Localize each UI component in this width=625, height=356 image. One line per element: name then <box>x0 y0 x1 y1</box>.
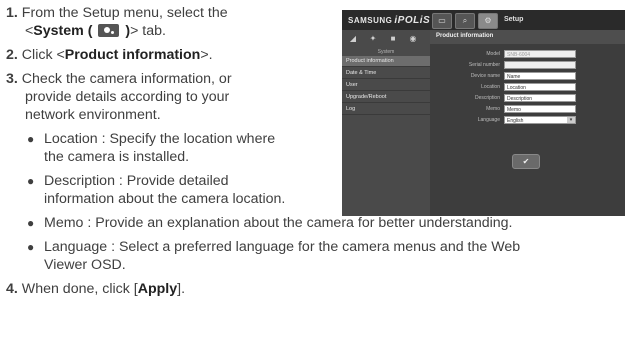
step-text-end: ]. <box>177 281 186 297</box>
model-field: SNB-6004 <box>504 50 576 58</box>
field-row-memo: Memo Memo <box>430 105 625 114</box>
field-label: Description <box>474 95 500 101</box>
step-number: 1. <box>6 5 18 21</box>
tab-suffix: > tab. <box>130 23 166 39</box>
step-1: 1. From the Setup menu, select the <box>6 4 228 22</box>
field-label: Language <box>477 117 500 123</box>
bullet-dot: ● <box>27 174 35 188</box>
step-text: Check the camera information, or <box>21 71 232 87</box>
brand-logo: SAMSUNG iPOLiS <box>348 15 431 26</box>
video-icon[interactable]: ◢ <box>348 34 358 43</box>
field-label: Memo <box>486 106 500 112</box>
device-name-input[interactable]: Name <box>504 72 576 80</box>
check-icon: ✔ <box>522 157 530 166</box>
language-value: English <box>507 118 524 124</box>
bullet-dot: ● <box>27 216 35 230</box>
network-icon[interactable]: ✦ <box>368 34 378 43</box>
field-label: Device name <box>470 73 500 79</box>
setup-sidebar: ◢ ✦ ■ ◉ System Product information Date … <box>342 30 430 216</box>
setup-title: Setup <box>504 16 524 23</box>
apply-button[interactable]: ✔ <box>512 154 540 169</box>
step-4: 4. When done, click [Apply]. <box>6 280 185 298</box>
step-2: 2. Click <Product information>. <box>6 46 213 64</box>
field-label: Model <box>486 51 500 57</box>
step-3-line-3: network environment. <box>25 107 161 123</box>
bullet-dot: ● <box>27 240 35 254</box>
panel-header: Product information <box>430 30 625 44</box>
step-text: When done, click [ <box>21 281 138 297</box>
system-icon[interactable]: ◉ <box>408 34 418 43</box>
field-row-serial: Serial number <box>430 61 625 70</box>
description-input[interactable]: Description <box>504 94 576 102</box>
field-row-location: Location Location <box>430 83 625 92</box>
setup-top-bar: SAMSUNG iPOLiS ▭ ⌕ ⚙ Setup <box>342 10 625 30</box>
step-number: 4. <box>6 281 18 297</box>
live-monitor-icon[interactable]: ▭ <box>432 13 452 29</box>
chevron-down-icon: ▾ <box>567 117 575 123</box>
product-information-panel: Product information Model SNB-6004 Seria… <box>430 30 625 216</box>
sidebar-item-upgrade-reboot[interactable]: Upgrade/Reboot <box>342 92 430 103</box>
sidebar-item-date-time[interactable]: Date & Time <box>342 68 430 79</box>
setup-gear-icon[interactable]: ⚙ <box>478 13 498 29</box>
sidebar-item-log[interactable]: Log <box>342 104 430 115</box>
bullet-language: Language : Select a preferred language f… <box>44 239 521 255</box>
sidebar-header: System <box>377 49 395 55</box>
location-input[interactable]: Location <box>504 83 576 91</box>
bullet-memo: Memo : Provide an explanation about the … <box>44 215 513 231</box>
step-number: 2. <box>6 47 18 63</box>
product-information-label: Product information <box>64 47 201 63</box>
system-tab-label: System ( <box>33 23 97 39</box>
step-1-line-2: <System ( )> tab. <box>25 22 166 40</box>
field-label: Location <box>481 84 500 90</box>
bullet-location-line-2: the camera is installed. <box>44 149 190 165</box>
system-tab-close: ) <box>121 23 131 39</box>
step-3-line-2: provide details according to your <box>25 89 230 105</box>
bullet-description-line-2: information about the camera location. <box>44 191 286 207</box>
field-row-language: Language English ▾ <box>430 116 625 125</box>
memo-input[interactable]: Memo <box>504 105 576 113</box>
field-row-model: Model SNB-6004 <box>430 50 625 59</box>
panel-title: Product information <box>436 33 494 39</box>
setup-screenshot: SAMSUNG iPOLiS ▭ ⌕ ⚙ Setup ◢ ✦ ■ ◉ System… <box>342 10 625 216</box>
sidebar-item-user[interactable]: User <box>342 80 430 91</box>
sidebar-item-product-information[interactable]: Product information <box>342 56 430 67</box>
step-number: 3. <box>6 71 18 87</box>
bullet-description: Description : Provide detailed <box>44 173 229 189</box>
field-row-device-name: Device name Name <box>430 72 625 81</box>
event-icon[interactable]: ■ <box>388 34 398 43</box>
system-gear-icon <box>98 24 120 37</box>
step-3: 3. Check the camera information, or <box>6 70 232 88</box>
field-row-description: Description Description <box>430 94 625 103</box>
serial-number-field <box>504 61 576 69</box>
bullet-language-line-2: Viewer OSD. <box>44 257 126 273</box>
bullet-location: Location : Specify the location where <box>44 131 276 147</box>
apply-label: Apply <box>137 281 178 297</box>
step-text: Click < <box>21 47 65 63</box>
field-label: Serial number <box>468 62 500 68</box>
search-icon[interactable]: ⌕ <box>455 13 475 29</box>
step-text-end: >. <box>200 47 213 63</box>
step-text: From the Setup menu, select the <box>21 5 228 21</box>
language-select[interactable]: English ▾ <box>504 116 576 124</box>
bullet-dot: ● <box>27 132 35 146</box>
